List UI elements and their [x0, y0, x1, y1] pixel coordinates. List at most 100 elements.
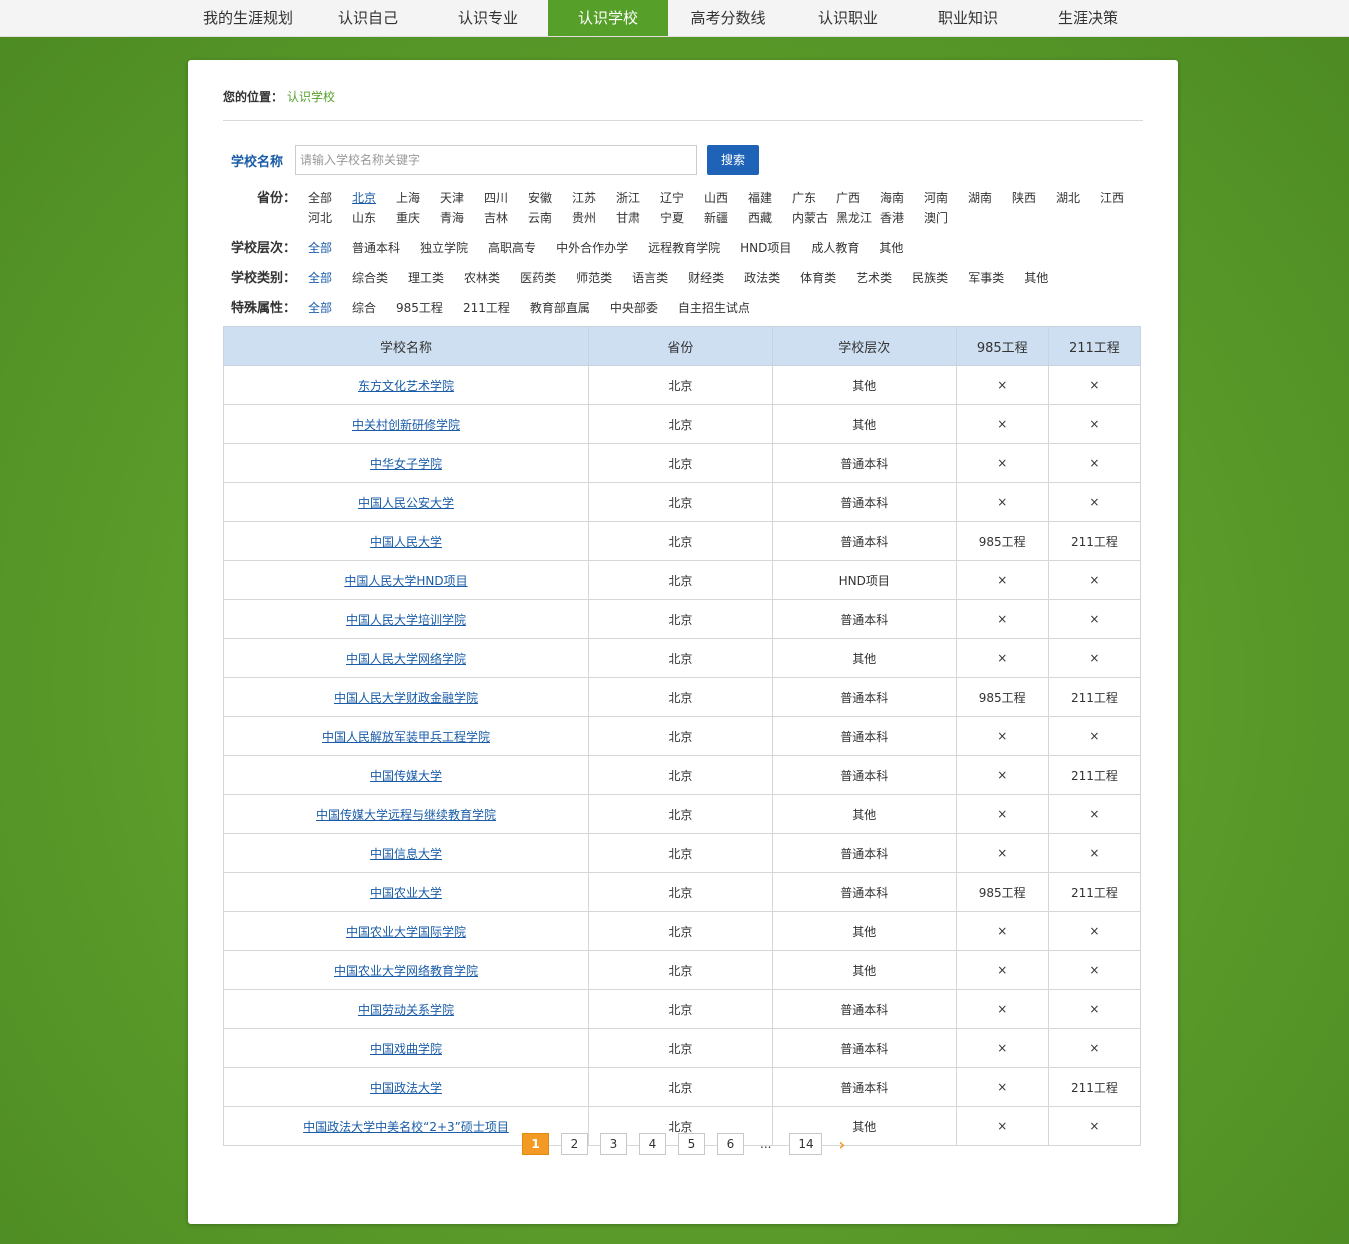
province-option[interactable]: 海南 [880, 188, 904, 208]
page-button-5[interactable]: 5 [678, 1133, 705, 1155]
special-option[interactable]: 全部 [308, 298, 332, 318]
province-option[interactable]: 福建 [748, 188, 772, 208]
province-option[interactable]: 江苏 [572, 188, 596, 208]
province-option[interactable]: 四川 [484, 188, 508, 208]
page-button-6[interactable]: 6 [717, 1133, 744, 1155]
nav-item-1[interactable]: 认识自己 [308, 0, 428, 36]
province-option[interactable]: 西藏 [748, 208, 772, 228]
category-option[interactable]: 民族类 [912, 268, 948, 288]
nav-item-5[interactable]: 认识职业 [788, 0, 908, 36]
category-option[interactable]: 语言类 [632, 268, 668, 288]
province-option[interactable]: 山西 [704, 188, 728, 208]
school-link[interactable]: 中关村创新研修学院 [352, 418, 460, 432]
school-link[interactable]: 中国信息大学 [370, 847, 442, 861]
category-option[interactable]: 财经类 [688, 268, 724, 288]
province-option[interactable]: 河南 [924, 188, 948, 208]
category-option[interactable]: 体育类 [800, 268, 836, 288]
school-link[interactable]: 东方文化艺术学院 [358, 379, 454, 393]
province-option[interactable]: 青海 [440, 208, 464, 228]
province-option[interactable]: 上海 [396, 188, 420, 208]
province-option[interactable]: 北京 [352, 188, 376, 208]
province-option[interactable]: 江西 [1100, 188, 1124, 208]
school-name-search-input[interactable] [295, 145, 697, 175]
search-button[interactable]: 搜索 [707, 145, 759, 175]
province-option[interactable]: 安徽 [528, 188, 552, 208]
category-option[interactable]: 艺术类 [856, 268, 892, 288]
special-option[interactable]: 自主招生试点 [678, 298, 750, 318]
page-button-last[interactable]: 14 [789, 1133, 823, 1155]
school-link[interactable]: 中国农业大学 [370, 886, 442, 900]
level-option[interactable]: 全部 [308, 238, 332, 258]
province-option[interactable]: 吉林 [484, 208, 508, 228]
nav-item-0[interactable]: 我的生涯规划 [188, 0, 308, 36]
category-option[interactable]: 综合类 [352, 268, 388, 288]
school-link[interactable]: 中国人民大学网络学院 [346, 652, 466, 666]
nav-item-6[interactable]: 职业知识 [908, 0, 1028, 36]
breadcrumb-current[interactable]: 认识学校 [287, 90, 335, 104]
province-option[interactable]: 香港 [880, 208, 904, 228]
special-option[interactable]: 综合 [352, 298, 376, 318]
province-option[interactable]: 云南 [528, 208, 552, 228]
special-option[interactable]: 教育部直属 [530, 298, 590, 318]
province-option[interactable]: 宁夏 [660, 208, 684, 228]
school-link[interactable]: 中华女子学院 [370, 457, 442, 471]
province-option[interactable]: 山东 [352, 208, 376, 228]
school-link[interactable]: 中国传媒大学 [370, 769, 442, 783]
level-option[interactable]: 中外合作办学 [556, 238, 628, 258]
level-option[interactable]: 成人教育 [811, 238, 859, 258]
next-page-icon[interactable]: › [838, 1135, 845, 1154]
province-option[interactable]: 重庆 [396, 208, 420, 228]
province-option[interactable]: 贵州 [572, 208, 596, 228]
page-button-1[interactable]: 1 [522, 1133, 549, 1155]
school-link[interactable]: 中国戏曲学院 [370, 1042, 442, 1056]
school-link[interactable]: 中国劳动关系学院 [358, 1003, 454, 1017]
category-option[interactable]: 师范类 [576, 268, 612, 288]
page-button-2[interactable]: 2 [561, 1133, 588, 1155]
school-link[interactable]: 中国政法大学中美名校“2+3”硕士项目 [303, 1120, 509, 1134]
category-option[interactable]: 政法类 [744, 268, 780, 288]
category-option[interactable]: 理工类 [408, 268, 444, 288]
nav-item-3[interactable]: 认识学校 [548, 0, 668, 36]
level-option[interactable]: 普通本科 [352, 238, 400, 258]
province-option[interactable]: 河北 [308, 208, 332, 228]
province-option[interactable]: 天津 [440, 188, 464, 208]
province-option[interactable]: 陕西 [1012, 188, 1036, 208]
school-link[interactable]: 中国人民大学培训学院 [346, 613, 466, 627]
province-option[interactable]: 辽宁 [660, 188, 684, 208]
level-option[interactable]: 高职高专 [488, 238, 536, 258]
school-link[interactable]: 中国人民大学财政金融学院 [334, 691, 478, 705]
page-button-3[interactable]: 3 [600, 1133, 627, 1155]
province-option[interactable]: 澳门 [924, 208, 948, 228]
level-option[interactable]: HND项目 [740, 238, 791, 258]
level-option[interactable]: 远程教育学院 [648, 238, 720, 258]
province-option[interactable]: 内蒙古 [792, 208, 828, 228]
level-option[interactable]: 其他 [879, 238, 903, 258]
page-button-4[interactable]: 4 [639, 1133, 666, 1155]
school-link[interactable]: 中国政法大学 [370, 1081, 442, 1095]
category-option[interactable]: 全部 [308, 268, 332, 288]
nav-item-4[interactable]: 高考分数线 [668, 0, 788, 36]
school-link[interactable]: 中国农业大学国际学院 [346, 925, 466, 939]
special-option[interactable]: 中央部委 [610, 298, 658, 318]
province-option[interactable]: 湖北 [1056, 188, 1080, 208]
province-option[interactable]: 甘肃 [616, 208, 640, 228]
school-link[interactable]: 中国人民大学HND项目 [344, 574, 467, 588]
nav-item-2[interactable]: 认识专业 [428, 0, 548, 36]
province-option[interactable]: 广东 [792, 188, 816, 208]
province-option[interactable]: 湖南 [968, 188, 992, 208]
special-option[interactable]: 985工程 [396, 298, 443, 318]
school-link[interactable]: 中国农业大学网络教育学院 [334, 964, 478, 978]
special-option[interactable]: 211工程 [463, 298, 510, 318]
category-option[interactable]: 其他 [1024, 268, 1048, 288]
province-option[interactable]: 新疆 [704, 208, 728, 228]
school-link[interactable]: 中国传媒大学远程与继续教育学院 [316, 808, 496, 822]
category-option[interactable]: 军事类 [968, 268, 1004, 288]
province-option[interactable]: 浙江 [616, 188, 640, 208]
category-option[interactable]: 医药类 [520, 268, 556, 288]
province-option[interactable]: 广西 [836, 188, 860, 208]
province-option[interactable]: 黑龙江 [836, 208, 872, 228]
category-option[interactable]: 农林类 [464, 268, 500, 288]
school-link[interactable]: 中国人民公安大学 [358, 496, 454, 510]
school-link[interactable]: 中国人民大学 [370, 535, 442, 549]
nav-item-7[interactable]: 生涯决策 [1028, 0, 1148, 36]
